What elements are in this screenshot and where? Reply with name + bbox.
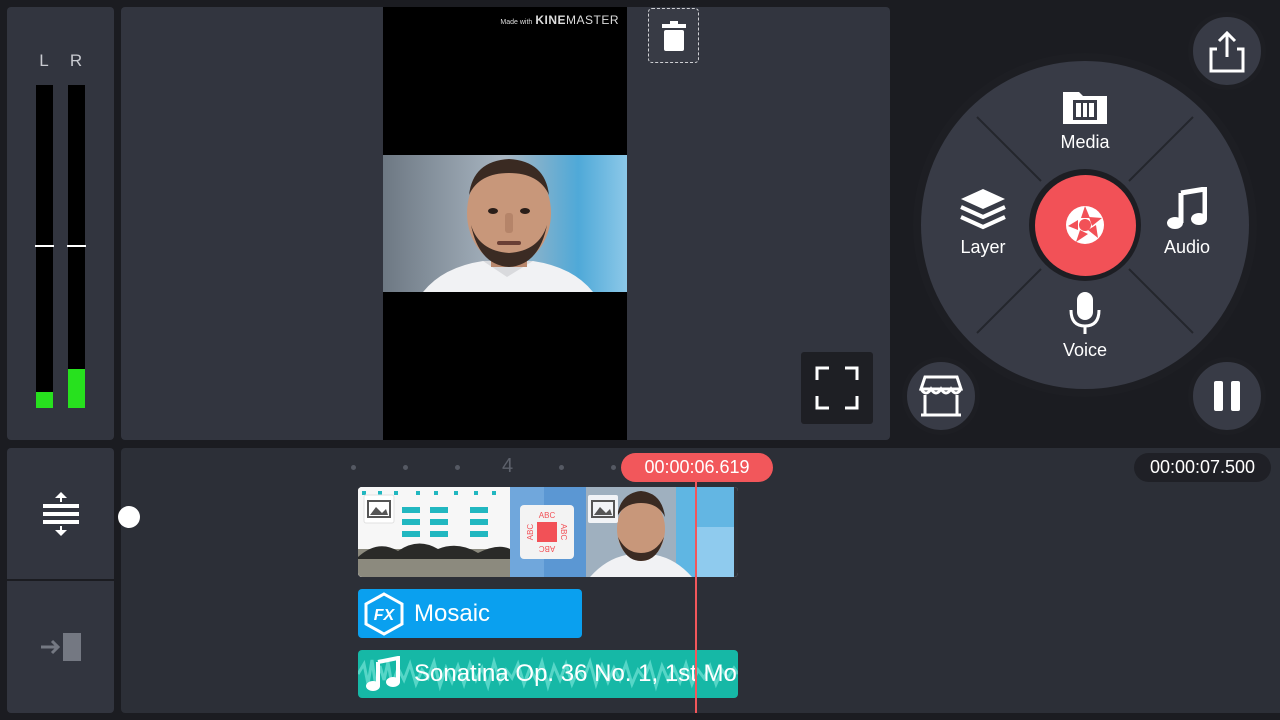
playhead-line[interactable]	[695, 480, 697, 713]
transition-text-icon: ABC ABC ABC ABC	[526, 511, 568, 553]
camera-shutter-icon	[1066, 206, 1104, 244]
audio-clip-label: Sonatina Op. 36 No. 1, 1st Mo	[414, 660, 737, 687]
music-note-icon	[366, 656, 400, 691]
ruler-dot	[403, 465, 408, 470]
video-track[interactable]: ABC ABC ABC ABC	[358, 487, 738, 577]
store-icon	[918, 375, 964, 417]
svg-text:ABC: ABC	[559, 524, 568, 541]
fx-layer-clip[interactable]: FX Mosaic	[358, 589, 582, 638]
trash-icon	[661, 20, 686, 51]
right-channel-bar	[67, 85, 86, 408]
track-spacing-icon	[42, 491, 79, 536]
left-channel-fill	[36, 392, 53, 408]
voice-label: Voice	[1062, 340, 1108, 360]
layer-label: Layer	[960, 237, 1006, 257]
pause-icon	[1214, 381, 1240, 411]
ruler-tick-label: 4	[502, 455, 514, 477]
fx-clip-label: Mosaic	[414, 599, 491, 627]
preview-photo	[383, 155, 627, 292]
ruler-dot	[351, 465, 356, 470]
ruler-dot	[559, 465, 564, 470]
capture-button[interactable]	[1029, 169, 1141, 281]
timeline-expand-button[interactable]	[7, 448, 114, 579]
svg-text:ABC: ABC	[539, 544, 556, 553]
jump-to-end-icon	[40, 633, 81, 661]
svg-text:ABC: ABC	[526, 524, 535, 541]
kinemaster-watermark: Made with KINEMASTER	[500, 13, 619, 27]
voice-button[interactable]: Voice	[1058, 290, 1112, 361]
preview-panel: Made with KINEMASTER	[121, 7, 890, 440]
media-label: Media	[1060, 132, 1110, 152]
svg-text:FX: FX	[374, 607, 396, 624]
audio-track-clip[interactable]: Sonatina Op. 36 No. 1, 1st Mo	[358, 650, 738, 698]
svg-text:ABC: ABC	[539, 511, 556, 520]
fullscreen-icon	[815, 366, 859, 410]
left-channel-label: L	[39, 51, 49, 70]
ruler-dot	[455, 465, 460, 470]
video-preview[interactable]: Made with KINEMASTER	[383, 7, 627, 440]
clip-thumbnail-4[interactable]	[696, 487, 738, 577]
playhead-timecode[interactable]: 00:00:06.619	[621, 453, 773, 482]
fx-badge-icon: FX	[364, 591, 404, 636]
clip-thumbnail-3[interactable]	[586, 487, 696, 577]
left-channel-bar	[35, 85, 54, 408]
audio-level-meter: L R	[7, 7, 114, 440]
pause-button[interactable]	[1188, 357, 1266, 435]
fullscreen-button[interactable]	[801, 352, 873, 424]
microphone-icon	[1069, 292, 1101, 334]
right-channel-fill	[68, 369, 85, 408]
music-note-icon	[1167, 187, 1207, 229]
right-channel-label: R	[69, 51, 83, 70]
clip-thumbnail-1[interactable]	[358, 487, 510, 577]
layers-icon	[960, 189, 1006, 230]
audio-button[interactable]: Audio	[1160, 187, 1214, 258]
jump-to-start-button[interactable]	[7, 581, 114, 713]
asset-store-button[interactable]	[902, 357, 980, 435]
timeline-scroll-knob[interactable]	[118, 506, 140, 528]
layer-button[interactable]: Layer	[955, 187, 1011, 258]
total-duration: 00:00:07.500	[1134, 453, 1271, 482]
media-folder-icon	[1063, 92, 1107, 124]
ruler-dot	[611, 465, 616, 470]
audio-label: Audio	[1163, 237, 1211, 257]
delete-button[interactable]	[648, 8, 699, 63]
media-button[interactable]: Media	[1055, 86, 1115, 153]
transition-marker[interactable]: ABC ABC ABC ABC	[520, 505, 574, 559]
